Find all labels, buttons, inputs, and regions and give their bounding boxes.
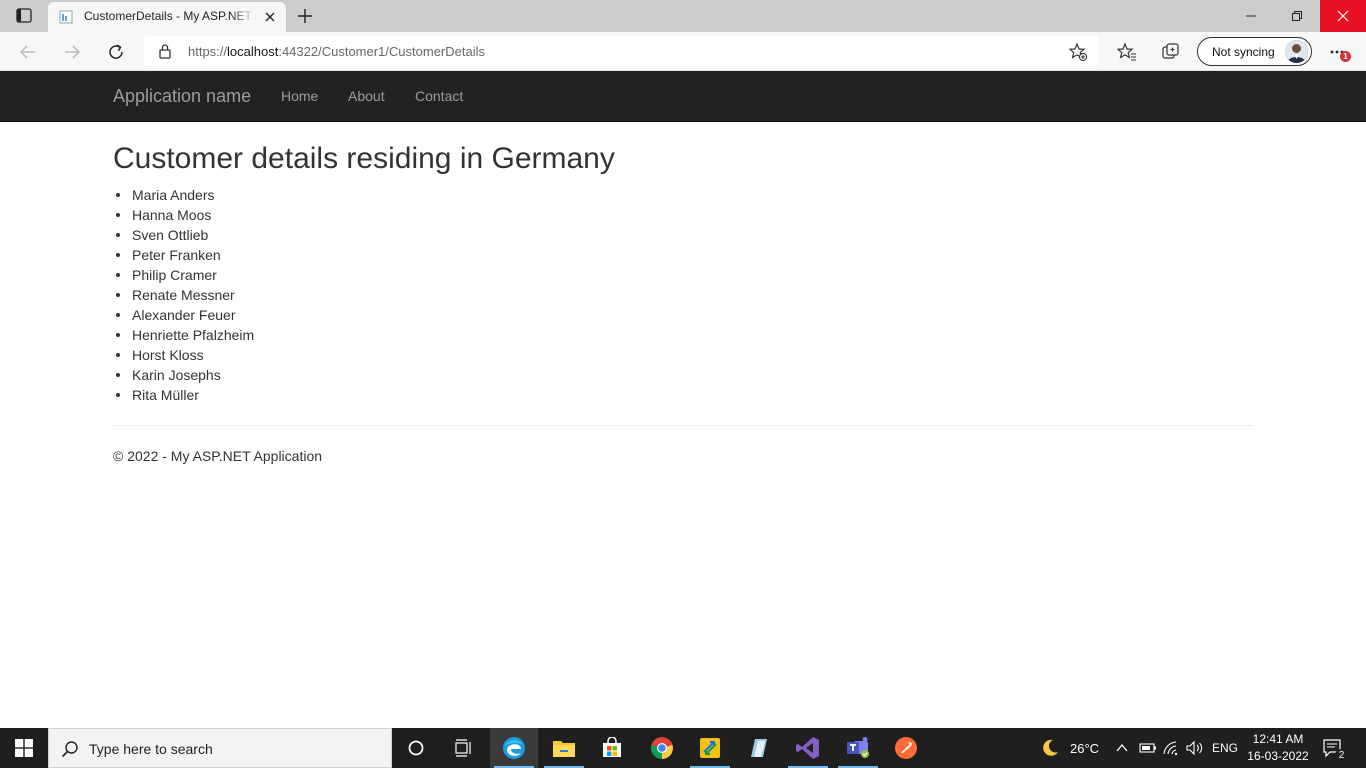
wifi-icon[interactable] — [1162, 740, 1180, 761]
site-navbar: Application name Home About Contact — [0, 71, 1366, 122]
input-language[interactable]: ENG — [1212, 741, 1238, 755]
clock-date: 16-03-2022 — [1247, 749, 1309, 763]
weather-moon-icon[interactable] — [1040, 738, 1060, 763]
list-item: Horst Kloss — [116, 345, 1253, 365]
profile-sync-label: Not syncing — [1212, 45, 1275, 59]
battery-icon[interactable] — [1139, 741, 1157, 760]
url-host: localhost — [227, 44, 279, 59]
refresh-icon[interactable] — [104, 40, 128, 64]
list-item: Renate Messner — [116, 285, 1253, 305]
favorites-icon[interactable] — [1115, 40, 1139, 64]
notepad-app-icon[interactable] — [734, 728, 782, 768]
search-placeholder: Type here to search — [89, 741, 213, 757]
chrome-icon[interactable] — [638, 728, 686, 768]
postman-icon[interactable] — [882, 728, 930, 768]
main-content: Customer details residing in Germany Mar… — [113, 122, 1253, 464]
windows-start-icon[interactable] — [0, 728, 48, 768]
page-title: Customer details residing in Germany — [113, 142, 615, 175]
nav-link-about[interactable]: About — [348, 88, 385, 104]
close-window-button[interactable] — [1320, 0, 1366, 32]
teams-icon[interactable] — [834, 728, 882, 768]
lock-icon[interactable] — [158, 43, 172, 64]
avatar — [1285, 40, 1308, 63]
footer-text: © 2022 - My ASP.NET Application — [113, 448, 323, 464]
microsoft-store-icon[interactable] — [588, 728, 636, 768]
footer-divider — [113, 425, 1253, 426]
tab-actions-icon[interactable] — [8, 6, 40, 26]
url-scheme: https:// — [188, 44, 228, 59]
notification-count-badge: 2 — [1335, 749, 1348, 762]
minimize-window-button[interactable] — [1228, 0, 1274, 32]
navbar-brand[interactable]: Application name — [113, 86, 251, 107]
list-item: Maria Anders — [116, 185, 1253, 205]
chevron-up-icon[interactable] — [1115, 741, 1129, 760]
list-item: Sven Ottlieb — [116, 225, 1253, 245]
nav-link-home[interactable]: Home — [281, 88, 318, 104]
forward-arrow-icon[interactable] — [60, 40, 84, 64]
volume-icon[interactable] — [1185, 740, 1205, 761]
taskbar-clock[interactable]: 12:41 AM 16-03-2022 — [1243, 731, 1313, 765]
list-item: Rita Müller — [116, 385, 1253, 405]
new-tab-icon[interactable] — [294, 5, 316, 27]
page-favicon-icon — [59, 10, 73, 24]
notification-badge: 1 — [1340, 51, 1351, 62]
add-favorite-icon[interactable] — [1068, 42, 1088, 67]
list-item: Hanna Moos — [116, 205, 1253, 225]
browser-tab-strip: CustomerDetails - My ASP.NET Application — [0, 0, 1366, 32]
list-item: Karin Josephs — [116, 365, 1253, 385]
address-bar[interactable]: https://localhost:44322/Customer1/Custom… — [144, 36, 1099, 66]
list-item: Philip Cramer — [116, 265, 1253, 285]
browser-toolbar: https://localhost:44322/Customer1/Custom… — [0, 32, 1366, 71]
taskbar-search-box[interactable]: Type here to search — [48, 728, 392, 768]
weather-temperature[interactable]: 26°C — [1070, 741, 1099, 756]
browser-tab-active[interactable]: CustomerDetails - My ASP.NET Application — [48, 2, 286, 32]
clock-time: 12:41 AM — [1252, 732, 1304, 746]
list-item: Henriette Pfalzheim — [116, 325, 1253, 345]
file-explorer-icon[interactable] — [540, 728, 588, 768]
restore-window-button[interactable] — [1274, 0, 1320, 32]
search-icon — [61, 740, 79, 763]
url-text: https://localhost:44322/Customer1/Custom… — [188, 44, 485, 59]
transfer-app-icon[interactable] — [686, 728, 734, 768]
profile-sync-button[interactable]: Not syncing — [1197, 37, 1312, 66]
tab-title: CustomerDetails - My ASP.NET Application — [84, 9, 256, 23]
back-arrow-icon[interactable] — [16, 40, 40, 64]
visual-studio-icon[interactable] — [784, 728, 832, 768]
url-path: :44322/Customer1/CustomerDetails — [278, 44, 485, 59]
close-tab-icon[interactable] — [262, 9, 278, 25]
list-item: Alexander Feuer — [116, 305, 1253, 325]
cortana-icon[interactable] — [392, 728, 440, 768]
task-view-icon[interactable] — [440, 728, 488, 768]
edge-taskbar-icon[interactable] — [490, 728, 538, 768]
customer-list: Maria Anders Hanna Moos Sven Ottlieb Pet… — [113, 185, 1253, 405]
list-item: Peter Franken — [116, 245, 1253, 265]
windows-taskbar: Type here to search 26°C ENG 12:41 AM 16… — [0, 728, 1366, 768]
nav-link-contact[interactable]: Contact — [415, 88, 463, 104]
collections-icon[interactable] — [1159, 40, 1183, 64]
